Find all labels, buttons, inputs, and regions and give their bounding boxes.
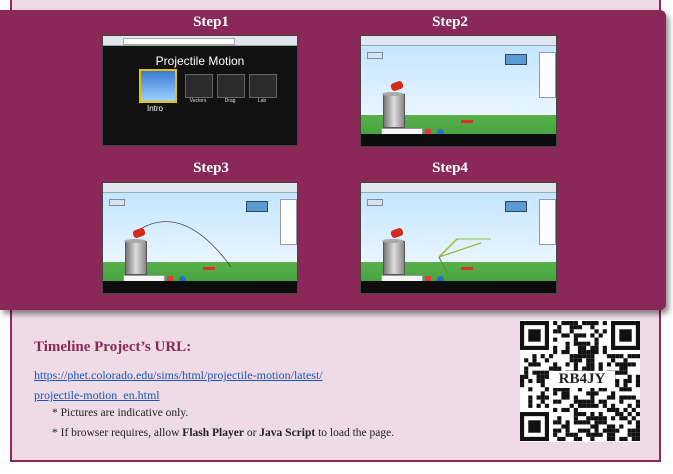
intro-tile-label: Intro (147, 104, 164, 113)
step3-title: Step3 (193, 160, 229, 176)
intro-tile[interactable] (139, 69, 177, 103)
lab-tile-label: Lab (257, 98, 267, 104)
step2-screenshot (360, 35, 557, 147)
vectors-tile[interactable] (185, 74, 213, 98)
intro-screen-title: Projectile Motion (155, 54, 245, 68)
project-url-link-line2[interactable]: projectile-motion_en.html (34, 388, 160, 403)
step2-title: Step2 (432, 14, 468, 30)
measuring-tool (505, 201, 527, 212)
step4-screenshot (360, 182, 557, 294)
step4-title: Step4 (432, 160, 468, 176)
tower (383, 94, 405, 128)
project-url-link-line1[interactable]: https://phet.colorado.edu/sims/html/proj… (34, 368, 323, 383)
tower-top (124, 239, 146, 243)
note-indicative: * Pictures are indicative only. (52, 407, 189, 419)
tower (383, 241, 405, 275)
options-panel (539, 52, 556, 98)
lab-tile[interactable] (249, 74, 277, 98)
tower-top (382, 239, 404, 243)
tower (125, 241, 147, 275)
step1-title: Step1 (193, 14, 229, 30)
measuring-tool (505, 54, 527, 65)
navigation-bar (361, 134, 556, 146)
browser-bar (361, 36, 556, 46)
note-browser-suffix: to load the page. (315, 427, 395, 439)
steps-panel: Step1 Step2 Step3 Step4 Projectile Motio… (0, 10, 666, 310)
step1-screenshot: Projectile Motion Vectors Drag Lab Intro (102, 35, 298, 146)
flash-player-text: Flash Player (182, 427, 244, 439)
target (203, 267, 215, 270)
browser-bar (103, 36, 297, 46)
url-heading: Timeline Project’s URL: (34, 339, 192, 355)
options-panel (539, 199, 556, 245)
note-browser-or: or (243, 427, 260, 439)
target (461, 120, 473, 123)
vectors-tile-label: Vectors (189, 98, 207, 104)
drag-tile[interactable] (217, 74, 245, 98)
zoom-control (367, 52, 383, 59)
java-script-text: Java Script (259, 427, 316, 439)
note-browser: * If browser requires, allow Flash Playe… (52, 427, 394, 439)
qr-code-label: RB4JY (549, 371, 615, 388)
tower-top (382, 92, 404, 96)
note-browser-prefix: * If browser requires, allow (52, 427, 183, 439)
target (461, 267, 473, 270)
navigation-bar (361, 281, 556, 293)
step3-screenshot (102, 182, 298, 294)
measuring-tool (246, 201, 268, 212)
navigation-bar (103, 281, 297, 293)
drag-tile-label: Drag (224, 98, 236, 104)
cannon (389, 80, 405, 92)
options-panel (280, 199, 297, 245)
